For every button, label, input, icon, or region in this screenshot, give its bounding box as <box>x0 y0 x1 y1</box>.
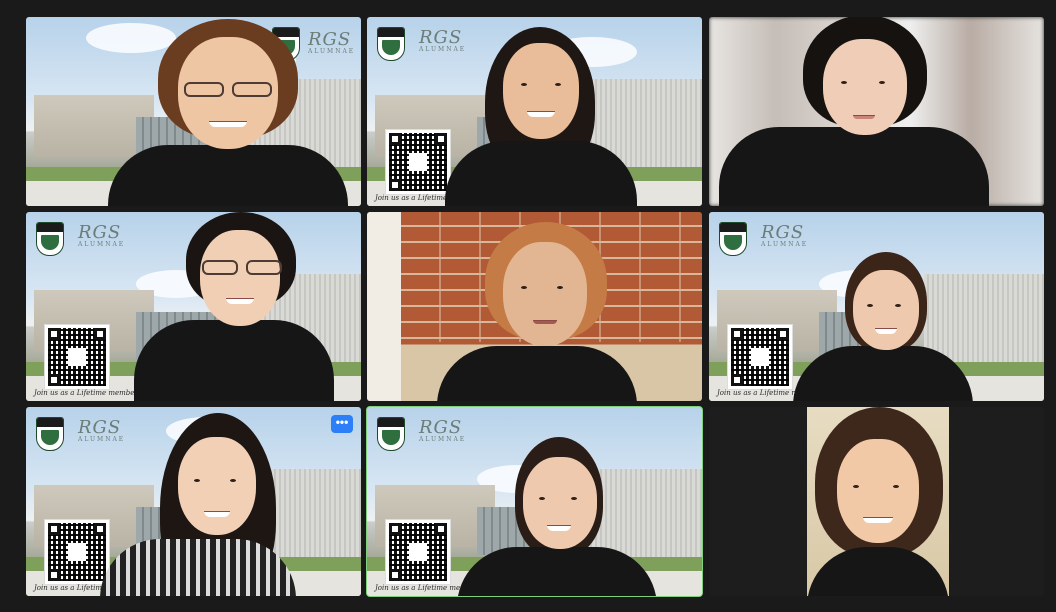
participant-video-tile-5[interactable] <box>367 212 702 401</box>
participant-video <box>26 407 361 596</box>
participant-video <box>26 17 361 206</box>
participant-video-tile-4[interactable]: RGS ALUMNAE Join us as a Lifetime member! <box>26 212 361 401</box>
participant-video <box>709 212 1044 401</box>
participant-video-tile-9[interactable] <box>709 407 1044 596</box>
participant-video <box>709 17 1044 206</box>
participant-video <box>367 212 702 401</box>
participant-video <box>26 212 361 401</box>
participant-video-tile-8-active[interactable]: RGS ALUMNAE Join us as a Lifetime member! <box>366 406 703 597</box>
participant-video-tile-6[interactable]: RGS ALUMNAE Join us as a Lifetime member! <box>709 212 1044 401</box>
participant-video-tile-7[interactable]: RGS ALUMNAE Join us as a Lifetime member!… <box>26 407 361 596</box>
more-options-button[interactable]: ••• <box>331 415 353 433</box>
participant-video <box>807 407 949 596</box>
video-gallery: RGS ALUMNAE RGS ALUMNAE Join us as a Lifet… <box>0 0 1056 612</box>
participant-video <box>367 407 702 596</box>
participant-video-tile-3[interactable] <box>709 17 1044 206</box>
participant-video-tile-1[interactable]: RGS ALUMNAE <box>26 17 361 206</box>
participant-video-tile-2[interactable]: RGS ALUMNAE Join us as a Lifetime member! <box>367 17 702 206</box>
participant-video <box>367 17 702 206</box>
